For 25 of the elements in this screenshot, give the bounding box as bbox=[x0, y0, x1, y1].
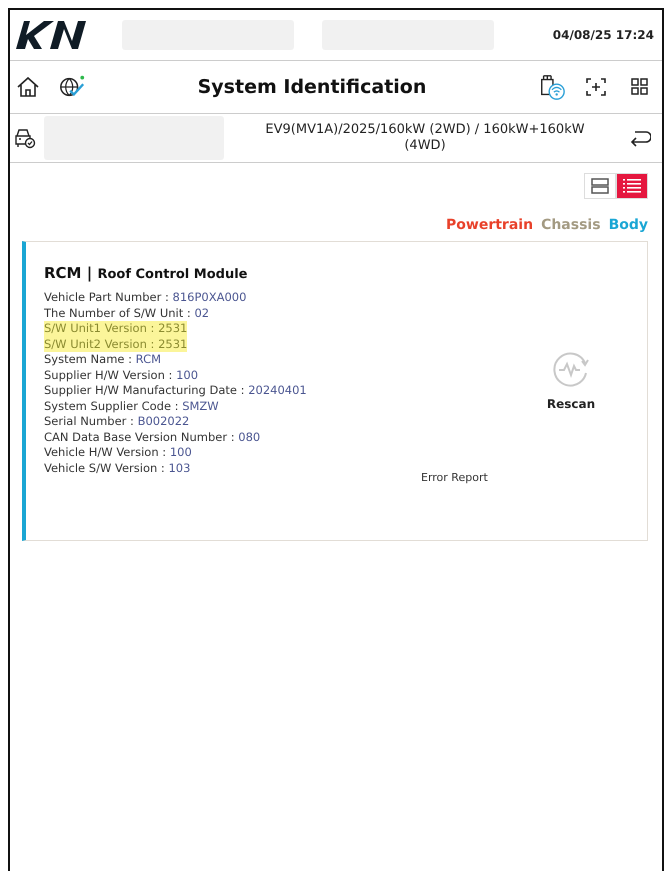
page-title: System Identification bbox=[196, 76, 428, 98]
info-line: Serial Number : B002022 bbox=[44, 414, 190, 430]
info-line: The Number of S/W Unit : 02 bbox=[44, 306, 210, 321]
info-line: System Supplier Code : SMZW bbox=[44, 398, 219, 414]
vehicle-check-icon bbox=[14, 127, 36, 149]
error-report-link[interactable]: Error Report bbox=[421, 471, 488, 484]
rescan-button[interactable]: Rescan bbox=[546, 349, 596, 411]
date-time: 04/08/25 17:24 bbox=[552, 28, 654, 42]
cards-view-icon bbox=[591, 177, 609, 195]
category-label: Powertrain bbox=[446, 217, 534, 233]
info-line: Vehicle H/W Version : 100 bbox=[44, 445, 192, 460]
info-line: CAN Data Base Version Number : 080 bbox=[44, 430, 260, 445]
info-line: Vehicle Part Number : 816P0XA000 bbox=[44, 290, 246, 306]
vehicle-description: EV9(MV1A)/2025/160kW (2WD) / 160kW+160kW (4WD) bbox=[264, 122, 586, 154]
category-label: Body bbox=[608, 217, 648, 233]
info-line: Vehicle S/W Version : 103 bbox=[44, 460, 190, 476]
module-heading: RCM | Roof Control Module bbox=[44, 264, 248, 282]
list-view-icon bbox=[622, 177, 642, 195]
info-line: System Name : RCM bbox=[44, 352, 162, 368]
category-label: Chassis bbox=[541, 217, 601, 233]
info-line: Supplier H/W Version : 100 bbox=[44, 368, 198, 383]
view-toggle[interactable] bbox=[584, 173, 616, 199]
info-line: Supplier H/W Manufacturing Date : 20240401 bbox=[44, 383, 307, 398]
vci-wifi-icon[interactable] bbox=[538, 73, 566, 101]
view-toggle[interactable] bbox=[616, 173, 648, 199]
